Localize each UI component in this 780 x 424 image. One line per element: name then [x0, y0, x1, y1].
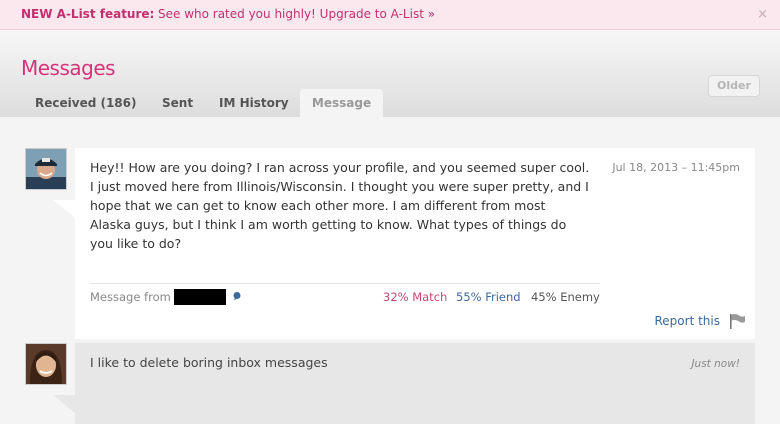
flag-icon[interactable] — [728, 313, 746, 329]
older-button[interactable]: Older — [708, 75, 760, 97]
promo-banner: NEW A-List feature: See who rated you hi… — [0, 0, 780, 30]
reply-timestamp: Just now! — [691, 358, 740, 370]
enemy-percent: 45% Enemy — [531, 290, 600, 304]
report-link[interactable]: Report this — [655, 314, 721, 328]
chat-icon[interactable] — [232, 291, 242, 301]
message-timestamp: Jul 18, 2013 – 11:45pm — [612, 161, 740, 174]
avatar-photo-icon — [26, 344, 66, 384]
redacted-username[interactable] — [174, 289, 226, 305]
banner-lead: NEW A-List feature: — [21, 7, 155, 21]
reply-body: I like to delete boring inbox messages — [90, 355, 328, 370]
tab-message[interactable]: Message — [300, 89, 383, 117]
reply-card: I like to delete boring inbox messages J… — [53, 343, 755, 424]
upgrade-link[interactable]: See who rated you highly! Upgrade to A-L… — [158, 0, 435, 29]
message-from-label: Message from — [90, 290, 171, 304]
divider — [90, 283, 600, 284]
sender-avatar[interactable] — [25, 148, 67, 190]
reply-avatar[interactable] — [25, 343, 67, 385]
avatar-photo-icon — [26, 149, 66, 189]
friend-percent: 55% Friend — [456, 290, 521, 304]
close-icon[interactable]: × — [757, 0, 768, 29]
tab-received[interactable]: Received (186) — [35, 89, 137, 117]
page-title: Messages — [21, 56, 116, 80]
tab-im-history[interactable]: IM History — [219, 89, 289, 117]
tab-sent[interactable]: Sent — [162, 89, 193, 117]
message-body: Hey!! How are you doing? I ran across yo… — [90, 160, 590, 251]
messages-header: Messages Older Received (186) Sent IM Hi… — [0, 30, 780, 117]
message-card: Hey!! How are you doing? I ran across yo… — [53, 148, 755, 339]
match-percent: 32% Match — [383, 290, 448, 304]
